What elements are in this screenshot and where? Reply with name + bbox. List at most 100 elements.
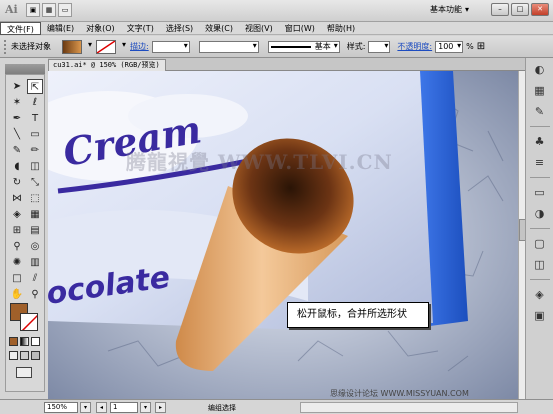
- stroke-weight-field[interactable]: [151, 40, 190, 53]
- draw-behind-icon[interactable]: [20, 351, 29, 360]
- stroke-panel-icon[interactable]: ≡: [530, 154, 550, 172]
- workspace-switcher[interactable]: 基本功能 ▾: [430, 4, 469, 15]
- shape-builder-tool-icon[interactable]: ◈: [9, 207, 25, 222]
- stroke-swatch[interactable]: [96, 39, 116, 54]
- watermark-bottom: 思缘设计论坛 WWW.MISSYUAN.COM: [330, 389, 469, 398]
- stroke-dropdown[interactable]: [119, 40, 127, 53]
- document-title: cu31.ai* @ 150% (RGB/预览): [53, 61, 160, 69]
- variable-width-profile[interactable]: [198, 40, 259, 53]
- menu-help[interactable]: 帮助(H): [321, 22, 361, 35]
- menu-bar: 文件(F) 编辑(E) 对象(O) 文字(T) 选择(S) 效果(C) 视图(V…: [0, 22, 553, 35]
- minimize-button[interactable]: –: [491, 3, 509, 16]
- close-button[interactable]: ✕: [531, 3, 549, 16]
- fill-dropdown[interactable]: [85, 40, 93, 53]
- perspective-grid-tool-icon[interactable]: ▦: [27, 207, 43, 222]
- artboard-dropdown[interactable]: ▾: [140, 402, 151, 413]
- blend-tool-icon[interactable]: ◎: [27, 239, 43, 254]
- line-tool-icon[interactable]: ╲: [9, 127, 25, 142]
- brushes-panel-icon[interactable]: ✎: [530, 103, 550, 121]
- magic-wand-tool-icon[interactable]: ✶: [9, 95, 25, 110]
- graphic-style-picker[interactable]: [368, 40, 391, 53]
- opacity-field[interactable]: 100: [435, 40, 464, 53]
- paintbrush-tool-icon[interactable]: ✎: [9, 143, 25, 158]
- color-panel-icon[interactable]: ◐: [530, 61, 550, 79]
- pencil-tool-icon[interactable]: ✏: [27, 143, 43, 158]
- brush-definition[interactable]: 基本: [267, 40, 340, 53]
- eyedropper-tool-icon[interactable]: ⚲: [9, 239, 25, 254]
- document-tab[interactable]: cu31.ai* @ 150% (RGB/预览): [48, 59, 166, 71]
- opacity-value: 100: [438, 41, 454, 51]
- draw-inside-icon[interactable]: [31, 351, 40, 360]
- swatches-panel-icon[interactable]: ▦: [530, 82, 550, 100]
- stroke-label[interactable]: 描边:: [130, 41, 149, 52]
- maximize-button[interactable]: □: [511, 3, 529, 16]
- artboard-tool-icon[interactable]: □: [9, 271, 25, 286]
- menu-object[interactable]: 对象(O): [80, 22, 121, 35]
- title-bar: Ai ▣ ▦ ▭ 基本功能 ▾ – □ ✕: [0, 0, 553, 22]
- style-label: 样式:: [346, 42, 366, 51]
- transparency-panel-icon[interactable]: ◑: [530, 205, 550, 223]
- slice-tool-icon[interactable]: ⫽: [27, 271, 43, 286]
- status-tool-text[interactable]: 编组选择: [208, 403, 236, 413]
- width-tool-icon[interactable]: ⋈: [9, 191, 25, 206]
- brush-name: 基本: [314, 42, 331, 51]
- gradient-tool-icon[interactable]: ▤: [27, 223, 43, 238]
- zoom-field[interactable]: 150%: [44, 402, 78, 413]
- color-button[interactable]: [9, 337, 18, 346]
- column-graph-tool-icon[interactable]: ▥: [27, 255, 43, 270]
- workspace-label: 基本功能: [430, 5, 462, 14]
- horizontal-scrollbar[interactable]: [300, 402, 518, 413]
- grip-handle[interactable]: [4, 39, 8, 54]
- rotate-tool-icon[interactable]: ↻: [9, 175, 25, 190]
- symbol-sprayer-tool-icon[interactable]: ✺: [9, 255, 25, 270]
- lasso-tool-icon[interactable]: ℓ: [27, 95, 43, 110]
- graphic-styles-panel-icon[interactable]: ◫: [530, 256, 550, 274]
- fill-swatch[interactable]: [62, 39, 82, 54]
- type-tool-icon[interactable]: T: [27, 111, 43, 126]
- dock-separator-3: [529, 228, 550, 232]
- draw-normal-icon[interactable]: [9, 351, 18, 360]
- artboard-number-field[interactable]: 1: [110, 402, 138, 413]
- menu-select[interactable]: 选择(S): [160, 22, 199, 35]
- zoom-tool-icon[interactable]: ⚲: [27, 287, 43, 302]
- menu-type[interactable]: 文字(T): [121, 22, 160, 35]
- tools-panel-header[interactable]: [5, 64, 45, 74]
- blob-brush-tool-icon[interactable]: ◖: [9, 159, 25, 174]
- menu-effect[interactable]: 效果(C): [199, 22, 239, 35]
- first-artboard-button[interactable]: ◂: [96, 402, 107, 413]
- artboard-number: 1: [113, 403, 118, 411]
- arrange-documents-icon[interactable]: ▦: [42, 3, 56, 17]
- mesh-tool-icon[interactable]: ⊞: [9, 223, 25, 238]
- zoom-dropdown[interactable]: ▾: [80, 402, 91, 413]
- pen-tool-icon[interactable]: ✒: [9, 111, 25, 126]
- gradient-panel-icon[interactable]: ▭: [530, 184, 550, 202]
- watermark-top: 腾龍視覺 WWW.TLVI.CN: [126, 150, 393, 174]
- instruction-callout: 松开鼠标，合并所选形状: [287, 302, 429, 328]
- eraser-tool-icon[interactable]: ◫: [27, 159, 43, 174]
- next-artboard-button[interactable]: ▸: [155, 402, 166, 413]
- align-icon[interactable]: ⊞: [477, 41, 485, 52]
- bridge-icon[interactable]: ▣: [26, 3, 40, 17]
- appearance-panel-icon[interactable]: ▢: [530, 235, 550, 253]
- stroke-color-box[interactable]: [20, 313, 38, 331]
- symbols-panel-icon[interactable]: ♣: [530, 133, 550, 151]
- opacity-label[interactable]: 不透明度:: [397, 41, 432, 52]
- rectangle-tool-icon[interactable]: ▭: [27, 127, 43, 142]
- gradient-button[interactable]: [20, 337, 29, 346]
- screen-mode-icon[interactable]: ▭: [58, 3, 72, 17]
- menu-window[interactable]: 窗口(W): [279, 22, 321, 35]
- none-button[interactable]: [31, 337, 40, 346]
- screen-mode-button[interactable]: [16, 367, 32, 378]
- app-logo: Ai: [5, 3, 18, 16]
- artboard-canvas[interactable]: Cream ocolate 腾龍視覺 WWW.TLVI.CN: [48, 71, 518, 400]
- hand-tool-icon[interactable]: ✋: [9, 287, 25, 302]
- free-transform-tool-icon[interactable]: ⬚: [27, 191, 43, 206]
- layers-panel-icon[interactable]: ◈: [530, 286, 550, 304]
- direct-selection-tool-icon[interactable]: ⇱: [27, 79, 43, 94]
- menu-view[interactable]: 视图(V): [239, 22, 279, 35]
- selection-tool-icon[interactable]: ➤: [9, 79, 25, 94]
- artboards-panel-icon[interactable]: ▣: [530, 307, 550, 325]
- scale-tool-icon[interactable]: ⤡: [27, 175, 43, 190]
- menu-edit[interactable]: 编辑(E): [41, 22, 80, 35]
- menu-file[interactable]: 文件(F): [0, 22, 41, 35]
